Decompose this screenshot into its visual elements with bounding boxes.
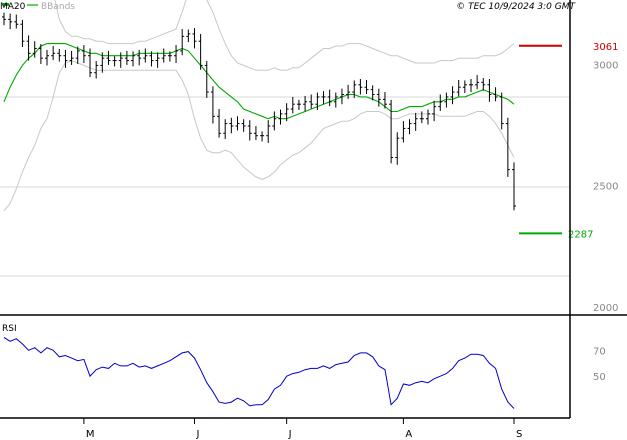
- rsi-axis: 70 50: [593, 346, 606, 383]
- rsi-line: [3, 336, 515, 409]
- price-bar: [364, 79, 369, 95]
- price-bar: [161, 48, 166, 63]
- legend: MA20 BBands: [0, 2, 75, 12]
- ma20-line: [3, 43, 515, 120]
- price-bar: [462, 80, 467, 94]
- price-bar: [241, 119, 246, 132]
- price-bar: [186, 29, 191, 43]
- bb-lower-line: [3, 60, 515, 212]
- price-bar: [389, 99, 394, 164]
- price-bar: [499, 92, 504, 130]
- price-bar: [253, 126, 258, 141]
- price-tick-label: 2000: [593, 303, 618, 314]
- ma20-path: [3, 43, 515, 120]
- price-bar: [51, 46, 56, 61]
- price-bar: [290, 96, 295, 114]
- price-tick-label: 2500: [593, 182, 618, 193]
- rsi-panel: RSI 70 50: [2, 324, 606, 409]
- price-bar: [223, 119, 228, 140]
- price-bar: [419, 111, 424, 124]
- price-bar: [204, 61, 209, 98]
- price-bar: [247, 120, 252, 141]
- price-panel: 3061 2287 3000 2500 2000: [0, 0, 618, 314]
- price-bar: [407, 119, 412, 135]
- time-tick-label: S: [516, 429, 522, 440]
- price-bar: [124, 50, 129, 65]
- price-bars: [2, 12, 516, 211]
- price-bar: [2, 12, 6, 26]
- bbands-legend-label: BBands: [41, 2, 75, 12]
- price-bar: [229, 117, 234, 134]
- price-bar: [143, 48, 148, 63]
- rsi-label: RSI: [2, 324, 17, 334]
- price-bar: [272, 111, 277, 131]
- price-bar: [174, 45, 179, 63]
- price-bar: [450, 86, 455, 105]
- price-bar: [81, 45, 86, 63]
- price-bar: [112, 56, 117, 67]
- time-tick-label: M: [86, 429, 95, 440]
- support-label: 2287: [568, 229, 593, 240]
- price-bar: [370, 85, 375, 101]
- price-bar: [57, 48, 62, 62]
- stock-chart: MA20 BBands © TEC 10/9/2024 3:0 GMT 3061…: [0, 0, 627, 440]
- price-bar: [137, 49, 142, 66]
- copyright-stamp: © TEC 10/9/2024 3:0 GMT: [456, 2, 576, 12]
- price-bar: [69, 50, 74, 65]
- price-bar: [401, 121, 406, 143]
- time-tick-label: J: [195, 429, 199, 440]
- resistance-label: 3061: [593, 42, 618, 53]
- price-bar: [456, 79, 461, 97]
- price-bar: [45, 49, 50, 66]
- price-bar: [266, 120, 271, 143]
- price-bar: [106, 50, 111, 65]
- price-bar: [432, 100, 437, 122]
- price-bar: [425, 109, 430, 125]
- price-bar: [475, 75, 480, 90]
- price-bar: [413, 112, 418, 131]
- time-tick-label: A: [405, 429, 412, 440]
- price-bar: [20, 19, 25, 48]
- price-bar: [118, 52, 123, 68]
- bb-upper-line: [4, 0, 515, 71]
- price-tick-label: 3000: [593, 61, 618, 72]
- price-bar: [376, 88, 381, 107]
- price-bar: [321, 91, 326, 105]
- price-bar: [217, 109, 222, 138]
- price-bar: [296, 99, 301, 111]
- price-bar: [180, 29, 185, 56]
- price-bar: [303, 95, 308, 112]
- price-bar: [278, 109, 283, 125]
- price-bar: [468, 78, 473, 93]
- price-bar: [131, 51, 136, 67]
- price-bar: [260, 131, 265, 142]
- price-bar: [395, 132, 400, 165]
- ma20-legend-label: MA20: [0, 2, 26, 12]
- price-bar: [493, 87, 498, 102]
- price-bar: [14, 14, 19, 29]
- rsi-path: [3, 336, 515, 409]
- price-bar: [8, 13, 13, 30]
- price-bar: [327, 89, 332, 107]
- price-axis: 3000 2500 2000: [593, 61, 618, 314]
- price-bar: [155, 52, 160, 68]
- time-axis: MJJAS: [83, 418, 522, 440]
- bbands: [3, 0, 515, 212]
- price-bar: [192, 28, 197, 49]
- price-bar: [358, 78, 363, 95]
- rsi-tick-label: 70: [593, 346, 606, 357]
- time-tick-label: J: [288, 429, 292, 440]
- price-bar: [235, 116, 240, 131]
- price-bar: [32, 41, 37, 58]
- rsi-tick-label: 50: [593, 372, 606, 383]
- price-bar: [481, 78, 486, 91]
- price-bar: [487, 78, 492, 102]
- price-bar: [512, 162, 516, 211]
- price-bar: [210, 86, 215, 124]
